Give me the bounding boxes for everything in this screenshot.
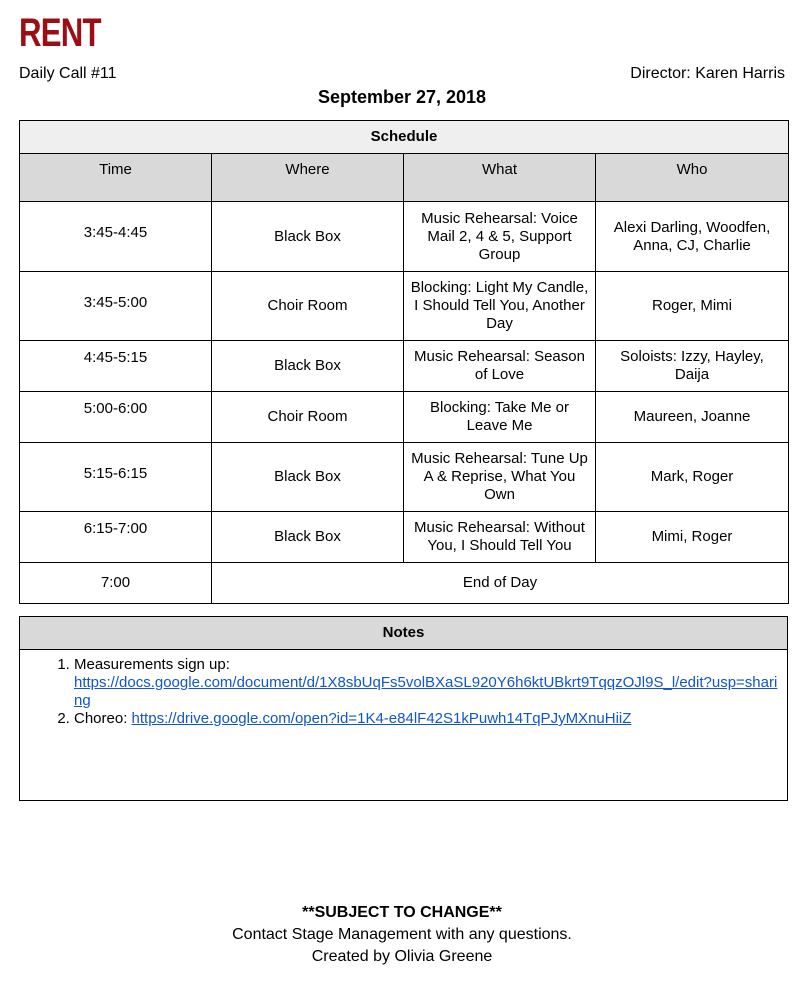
what-cell: Music Rehearsal: Tune Up A & Reprise, Wh…	[403, 442, 596, 512]
who-cell: Mark, Roger	[595, 442, 789, 512]
table-row: 3:45-4:45 Black Box Music Rehearsal: Voi…	[19, 201, 789, 272]
measurements-link[interactable]: https://docs.google.com/document/d/1X8sb…	[74, 674, 777, 709]
table-row: 5:15-6:15 Black Box Music Rehearsal: Tun…	[19, 442, 789, 512]
table-row: 3:45-5:00 Choir Room Blocking: Light My …	[19, 271, 789, 341]
notes-body: Measurements sign up: https://docs.googl…	[19, 649, 788, 801]
what-cell: Music Rehearsal: Season of Love	[403, 340, 596, 392]
what-cell: Music Rehearsal: Without You, I Should T…	[403, 511, 596, 563]
time-cell: 3:45-5:00	[19, 271, 212, 341]
table-row: 7:00 End of Day	[19, 562, 789, 604]
contact-text: Contact Stage Management with any questi…	[232, 926, 572, 943]
daily-call-number: Daily Call #11	[19, 65, 117, 82]
list-item: Measurements sign up: https://docs.googl…	[74, 656, 779, 710]
who-cell: Roger, Mimi	[595, 271, 789, 341]
where-cell: Black Box	[211, 442, 404, 512]
what-cell: Blocking: Light My Candle, I Should Tell…	[403, 271, 596, 341]
created-by-text: Created by Olivia Greene	[311, 948, 493, 965]
note-label: Choreo:	[74, 710, 128, 727]
who-cell: Soloists: Izzy, Hayley, Daija	[595, 340, 789, 392]
who-cell: Alexi Darling, Woodfen, Anna, CJ, Charli…	[595, 201, 789, 272]
table-row: 6:15-7:00 Black Box Music Rehearsal: Wit…	[19, 511, 789, 563]
column-header-where: Where	[211, 153, 404, 202]
notes-table: Notes Measurements sign up: https://docs…	[19, 616, 788, 801]
what-cell: Music Rehearsal: Voice Mail 2, 4 & 5, Su…	[403, 201, 596, 272]
column-header-time: Time	[19, 153, 212, 202]
where-cell: Choir Room	[211, 271, 404, 341]
where-cell: Black Box	[211, 201, 404, 272]
where-cell: Black Box	[211, 511, 404, 563]
time-cell: 5:00-6:00	[19, 391, 212, 443]
who-cell: Maureen, Joanne	[595, 391, 789, 443]
time-cell: 5:15-6:15	[19, 442, 212, 512]
call-date: September 27, 2018	[317, 87, 487, 107]
rent-logo: RENT	[19, 11, 102, 55]
time-cell: 4:45-5:15	[19, 340, 212, 392]
schedule-title: Schedule	[19, 120, 789, 154]
time-cell: 7:00	[19, 562, 212, 604]
end-of-day-cell: End of Day	[211, 562, 789, 604]
list-item: Choreo: https://drive.google.com/open?id…	[74, 710, 779, 728]
where-cell: Black Box	[211, 340, 404, 392]
time-cell: 3:45-4:45	[19, 201, 212, 272]
note-label: Measurements sign up:	[74, 656, 230, 673]
where-cell: Choir Room	[211, 391, 404, 443]
schedule-table: Schedule Time Where What Who 3:45-4:45 B…	[19, 120, 789, 604]
who-cell: Mimi, Roger	[595, 511, 789, 563]
column-header-what: What	[403, 153, 596, 202]
table-row: 5:00-6:00 Choir Room Blocking: Take Me o…	[19, 391, 789, 443]
director-name: Director: Karen Harris	[630, 65, 785, 82]
column-header-who: Who	[595, 153, 789, 202]
table-row: 4:45-5:15 Black Box Music Rehearsal: Sea…	[19, 340, 789, 392]
notes-title: Notes	[19, 616, 788, 650]
subject-to-change-warning: **SUBJECT TO CHANGE**	[302, 904, 502, 921]
choreo-link[interactable]: https://drive.google.com/open?id=1K4-e84…	[132, 710, 632, 727]
what-cell: Blocking: Take Me or Leave Me	[403, 391, 596, 443]
time-cell: 6:15-7:00	[19, 511, 212, 563]
notes-list: Measurements sign up: https://docs.googl…	[28, 656, 779, 728]
